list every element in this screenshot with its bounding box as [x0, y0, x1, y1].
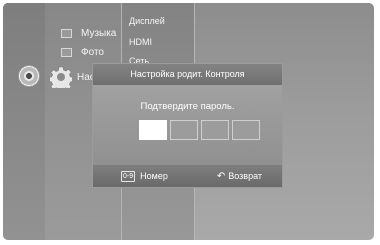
- pin-digit-2[interactable]: [170, 120, 198, 140]
- pin-digit-1[interactable]: [139, 120, 167, 140]
- dialog-footer: 0-9 Номер ↶ Возврат: [93, 165, 282, 187]
- menu-item-music[interactable]: Музыка: [61, 28, 116, 39]
- menu-item-photo[interactable]: Фото: [61, 47, 104, 58]
- return-icon: ↶: [216, 170, 226, 182]
- number-hint: 0-9 Номер: [121, 170, 168, 182]
- return-button[interactable]: ↶ Возврат: [217, 171, 262, 182]
- tv-screen: Музыка Фото Дисплей HDMI Сеть Нас Настро…: [3, 3, 374, 240]
- dialog-title: Настройка родит. Контроля: [93, 64, 282, 85]
- music-icon: [61, 29, 72, 38]
- parental-control-dialog: Настройка родит. Контроля Подтвердите па…: [93, 64, 282, 187]
- photo-icon: [61, 48, 72, 57]
- submenu-item-hdmi[interactable]: HDMI: [129, 37, 152, 47]
- return-label: Возврат: [228, 171, 262, 181]
- pin-digit-4[interactable]: [232, 120, 260, 140]
- pin-input[interactable]: [139, 120, 263, 140]
- settings-gear-icon[interactable]: [50, 66, 72, 88]
- password-prompt: Подтвердите пароль.: [140, 101, 235, 112]
- submenu-item-display[interactable]: Дисплей: [129, 16, 165, 26]
- menu-item-label: Фото: [81, 47, 104, 58]
- disc-icon: [18, 65, 40, 87]
- pin-digit-3[interactable]: [201, 120, 229, 140]
- left-panel: [3, 3, 45, 240]
- number-label: Номер: [140, 171, 168, 181]
- menu-item-label: Музыка: [81, 28, 117, 39]
- number-keys-icon: 0-9: [121, 170, 136, 182]
